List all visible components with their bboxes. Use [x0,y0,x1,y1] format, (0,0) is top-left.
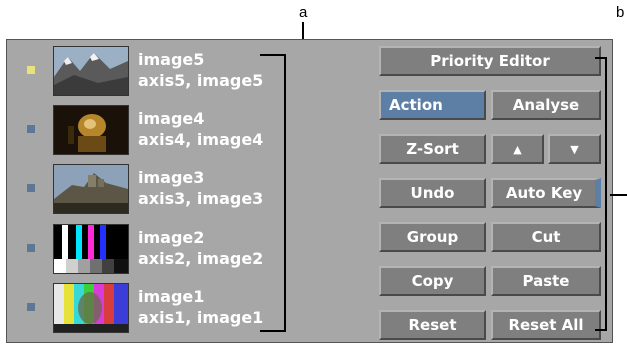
layer-row-image3[interactable]: image3 axis3, image3 [15,160,370,216]
layer-name: image2 [138,228,205,247]
layer-indicator-icon [27,303,35,311]
thumbnail-image1 [53,283,129,333]
layer-axis: axis4, image4 [138,130,264,149]
callout-a: a [299,4,308,21]
auto-key-button[interactable]: Auto Key [491,178,601,208]
layer-indicator-icon [27,184,35,192]
layer-axis: axis2, image2 [138,249,264,268]
thumbnail-image2 [53,224,129,274]
selected-indicator-icon [27,66,35,74]
thumbnail-image5 [53,46,129,96]
button-panel: Priority Editor Action Analyse Z-Sort ▲ … [373,40,612,342]
layer-indicator-icon [27,125,35,133]
layer-row-image1[interactable]: image1 axis1, image1 [15,279,370,335]
move-up-button[interactable]: ▲ [491,134,544,164]
layer-indicator-icon [27,244,35,252]
callout-a-bracket [260,54,286,332]
layer-row-image5[interactable]: image5 axis5, image5 [15,42,370,98]
z-sort-button[interactable]: Z-Sort [379,134,486,164]
analyse-button[interactable]: Analyse [491,90,601,120]
reset-button[interactable]: Reset [379,310,486,340]
copy-button[interactable]: Copy [379,266,486,296]
layer-list: image5 axis5, image5 image4 axis4, image… [15,40,370,342]
layer-row-image4[interactable]: image4 axis4, image4 [15,101,370,157]
group-button[interactable]: Group [379,222,486,252]
move-down-button[interactable]: ▼ [548,134,601,164]
cut-button[interactable]: Cut [491,222,601,252]
layer-name: image3 [138,168,205,187]
undo-button[interactable]: Undo [379,178,486,208]
callout-b: b [616,4,625,21]
layer-axis: axis1, image1 [138,308,264,327]
priority-editor-panel: image5 axis5, image5 image4 axis4, image… [6,39,613,343]
thumbnail-image4 [53,105,129,155]
layer-name: image4 [138,109,205,128]
callout-b-bracket [595,57,607,331]
layer-name: image5 [138,50,205,69]
paste-button[interactable]: Paste [491,266,601,296]
layer-row-image2[interactable]: image2 axis2, image2 [15,220,370,276]
thumbnail-image3 [53,164,129,214]
layer-name: image1 [138,287,205,306]
reset-all-button[interactable]: Reset All [491,310,601,340]
layer-axis: axis3, image3 [138,189,264,208]
action-button[interactable]: Action [379,90,486,120]
layer-axis: axis5, image5 [138,71,264,90]
priority-editor-button[interactable]: Priority Editor [379,46,601,76]
callout-b-leader [610,194,627,196]
